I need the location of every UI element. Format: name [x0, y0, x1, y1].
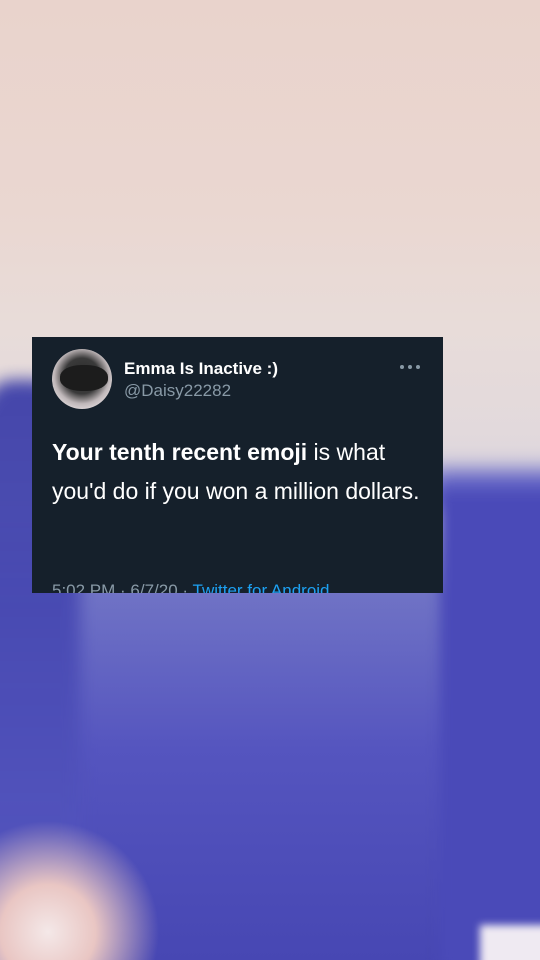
photo-light-glow — [0, 820, 160, 960]
more-horizontal-icon[interactable] — [396, 357, 424, 377]
tweet-source-link[interactable]: Twitter for Android — [193, 581, 330, 593]
author-handle[interactable]: @Daisy22282 — [124, 381, 231, 401]
tweet-date[interactable]: 6/7/20 — [130, 581, 177, 593]
photo-light-glow-right — [480, 925, 540, 960]
avatar[interactable] — [52, 349, 112, 409]
dot — [408, 365, 412, 369]
tweet-text: Your tenth recent emoji is what you'd do… — [52, 433, 427, 511]
meta-separator: · — [115, 581, 131, 593]
avatar-image — [60, 365, 108, 391]
dot — [416, 365, 420, 369]
tweet-meta: 5:02 PM · 6/7/20 · Twitter for Android — [52, 581, 330, 593]
tweet-card[interactable]: Emma Is Inactive :) @Daisy22282 Your ten… — [32, 337, 443, 593]
dot — [400, 365, 404, 369]
photo-wall-right — [440, 490, 540, 960]
tweet-text-bold: Your tenth recent emoji — [52, 439, 308, 465]
author-name[interactable]: Emma Is Inactive :) — [124, 359, 278, 379]
meta-separator: · — [177, 581, 193, 593]
tweet-time[interactable]: 5:02 PM — [52, 581, 115, 593]
